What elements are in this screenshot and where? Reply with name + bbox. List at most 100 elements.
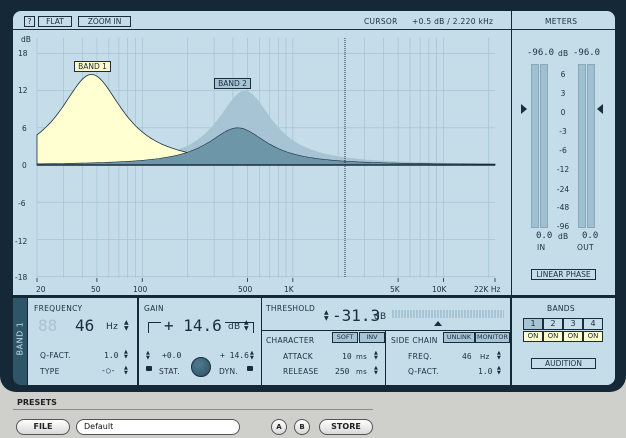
dyn-spinner-icon[interactable]: ▲ ▼: [250, 351, 254, 361]
band-2-on-toggle[interactable]: ON: [543, 331, 563, 342]
db-unit-label: dB: [21, 35, 31, 44]
band-4-select[interactable]: 4: [583, 318, 603, 330]
frequency-spinner-icon[interactable]: ▲ ▼: [124, 320, 129, 332]
band-2-tag[interactable]: BAND 2: [214, 78, 251, 89]
band-3-on-toggle[interactable]: ON: [563, 331, 583, 342]
store-button[interactable]: STORE: [319, 419, 373, 435]
sidechain-freq-label: FREQ.: [408, 352, 433, 361]
cursor-label: CURSOR: [364, 17, 398, 26]
in-meter-unit: dB: [558, 232, 569, 241]
linear-phase-button[interactable]: LINEAR PHASE: [531, 269, 596, 280]
meters-title-divider: [512, 29, 615, 30]
meter-scale-tick: 6: [560, 70, 566, 79]
sidechain-freq-spinner-icon[interactable]: ▲ ▼: [497, 351, 501, 361]
x-tick: 22K Hz: [474, 285, 501, 294]
left-peak-readout: -96.0: [527, 48, 555, 58]
input-gain-arrow-icon[interactable]: [521, 104, 527, 114]
preset-name-text: Default: [84, 422, 114, 431]
x-tick: 500: [238, 285, 253, 294]
monitor-toggle[interactable]: MONITOR: [475, 332, 510, 343]
meter-scale-tick: 3: [560, 89, 566, 98]
sidechain-freq-unit: Hz: [480, 353, 490, 361]
presets-title: PRESETS: [17, 398, 57, 407]
meter-left-bar-1: [531, 64, 539, 228]
gain-title: GAIN: [144, 304, 164, 313]
stat-lock-icon[interactable]: [146, 366, 152, 371]
dynamic-gain-value[interactable]: + 14.6: [220, 351, 249, 360]
y-tick: 12: [18, 86, 28, 95]
sidechain-q-spinner-icon[interactable]: ▲ ▼: [497, 366, 501, 376]
stat-spinner-icon[interactable]: ▲ ▼: [146, 351, 150, 361]
zoom-in-button[interactable]: ZOOM IN: [78, 16, 131, 27]
band-strip-label: BAND 1: [15, 321, 25, 356]
preset-b-button[interactable]: B: [294, 419, 310, 435]
dyn-lock-icon[interactable]: [247, 366, 253, 371]
frequency-title: FREQUENCY: [34, 304, 83, 313]
meter-db-unit: dB: [558, 49, 569, 58]
preset-a-button[interactable]: A: [271, 419, 287, 435]
flat-button[interactable]: FLAT: [38, 16, 72, 27]
help-button[interactable]: ?: [24, 16, 35, 27]
q-factor-value[interactable]: 1.0: [104, 351, 118, 360]
q-factor-spinner-icon[interactable]: ▲ ▼: [124, 350, 128, 360]
band-1-select[interactable]: 1: [523, 318, 543, 330]
frequency-ghost-digits: 88: [38, 316, 58, 335]
release-value[interactable]: 250: [335, 367, 349, 376]
meter-scale-tick: -3: [559, 127, 567, 136]
threshold-spinner-icon[interactable]: ▲ ▼: [324, 310, 329, 322]
presets-divider: [13, 409, 373, 410]
band-1-tag[interactable]: BAND 1: [74, 61, 111, 72]
meter-left-bar-2: [540, 64, 548, 228]
x-tick: 100: [133, 285, 148, 294]
type-label: TYPE: [40, 367, 60, 376]
release-spinner-icon[interactable]: ▲ ▼: [374, 366, 378, 376]
y-tick: -18: [15, 273, 28, 282]
threshold-slider[interactable]: [392, 310, 504, 318]
invert-toggle[interactable]: INV: [359, 332, 385, 343]
threshold-unit: dB: [374, 312, 387, 322]
x-tick: 1K: [284, 285, 294, 294]
frequency-unit: Hz: [106, 322, 119, 332]
threshold-slider-handle-icon[interactable]: [434, 321, 442, 326]
filter-type-value[interactable]: -○-: [101, 366, 115, 375]
meter-right-bar-2: [587, 64, 595, 228]
stat-label: STAT.: [159, 367, 180, 376]
attack-spinner-icon[interactable]: ▲ ▼: [374, 351, 378, 361]
band-1-on-toggle[interactable]: ON: [523, 331, 543, 342]
sidechain-q-value[interactable]: 1.0: [478, 367, 492, 376]
meters-title: METERS: [545, 17, 578, 26]
band-3-select[interactable]: 3: [563, 318, 583, 330]
x-tick: 5K: [390, 285, 400, 294]
dyn-label: DYN.: [219, 367, 239, 376]
gain-knob[interactable]: [191, 357, 211, 377]
release-label: RELEASE: [283, 367, 319, 376]
file-button[interactable]: FILE: [16, 419, 70, 435]
out-label: OUT: [577, 243, 594, 252]
sidechain-freq-value[interactable]: 46: [462, 352, 472, 361]
y-tick: 18: [18, 49, 28, 58]
side-chain-title: SIDE CHAIN: [391, 336, 438, 345]
y-tick: -12: [15, 237, 28, 246]
soft-toggle[interactable]: SOFT: [332, 332, 358, 343]
meter-scale-tick: -24: [556, 185, 570, 194]
audition-button[interactable]: AUDITION: [531, 358, 596, 369]
threshold-title: THRESHOLD: [266, 304, 316, 313]
bands-title: BANDS: [547, 304, 575, 313]
unlink-toggle[interactable]: UNLINK: [443, 332, 475, 343]
threshold-value[interactable]: -31.3: [332, 306, 380, 325]
output-gain-arrow-icon[interactable]: [597, 104, 603, 114]
band-4-on-toggle[interactable]: ON: [583, 331, 603, 342]
in-label: IN: [537, 243, 546, 252]
in-meter-value: 0.0: [536, 231, 553, 241]
gain-value[interactable]: + 14.6: [161, 316, 225, 335]
gain-spinner-icon[interactable]: ▲ ▼: [244, 320, 249, 332]
type-spinner-icon[interactable]: ▲ ▼: [124, 366, 128, 376]
band-2-select[interactable]: 2: [543, 318, 563, 330]
y-tick: -6: [18, 199, 26, 208]
frequency-value[interactable]: 46: [75, 316, 94, 335]
y-tick: 6: [22, 124, 27, 133]
meter-scale-tick: -6: [559, 146, 567, 155]
meter-scale-tick: -48: [556, 203, 570, 212]
static-gain-value[interactable]: +0.0: [162, 351, 181, 360]
attack-value[interactable]: 10: [342, 352, 352, 361]
